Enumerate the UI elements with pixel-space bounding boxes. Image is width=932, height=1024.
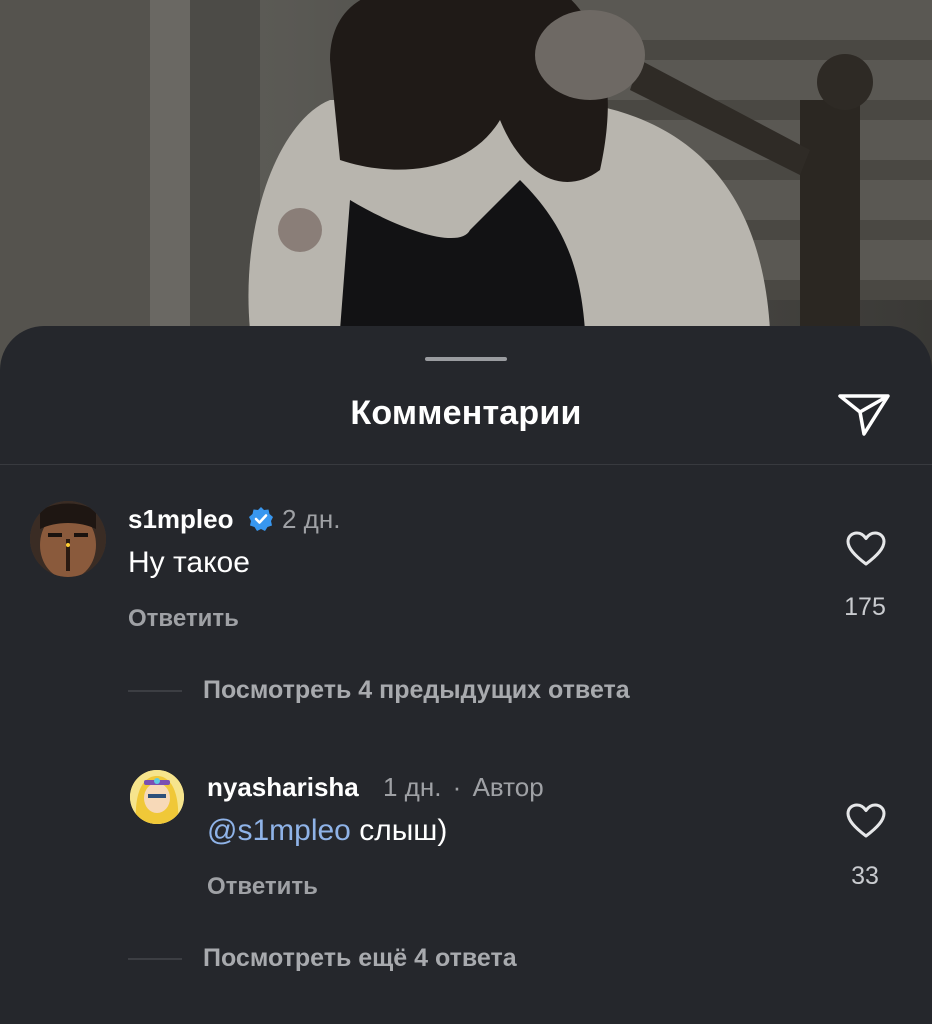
- header-divider: [0, 464, 932, 465]
- comments-sheet: Комментарии s1mpleo 2 дн. Ну такое Ответ…: [0, 326, 932, 1024]
- like-heart-icon[interactable]: [846, 531, 886, 567]
- like-heart-icon[interactable]: [846, 803, 886, 839]
- like-count: 175: [844, 593, 886, 621]
- comment-username[interactable]: s1mpleo: [128, 504, 234, 535]
- mention-link[interactable]: @s1mpleo: [207, 814, 351, 847]
- avatar[interactable]: [30, 501, 106, 577]
- sheet-drag-handle[interactable]: [425, 357, 507, 361]
- replies-thread-line: [128, 690, 182, 692]
- comment-time: 2 дн.: [282, 504, 341, 534]
- author-badge: Автор: [472, 772, 544, 802]
- sheet-title: Комментарии: [350, 394, 582, 432]
- reply-button[interactable]: Ответить: [128, 605, 239, 633]
- meta-separator: ·: [452, 772, 462, 802]
- like-count: 33: [851, 862, 879, 890]
- comment-text: Ну такое: [128, 546, 250, 579]
- view-more-replies-button[interactable]: Посмотреть ещё 4 ответа: [203, 944, 517, 973]
- reply-username[interactable]: nyasharisha: [207, 772, 359, 803]
- view-previous-replies-button[interactable]: Посмотреть 4 предыдущих ответа: [203, 676, 630, 705]
- avatar[interactable]: [130, 770, 184, 824]
- reply-button[interactable]: Ответить: [207, 873, 318, 901]
- send-icon[interactable]: [836, 390, 894, 438]
- verified-badge-icon: [248, 506, 274, 532]
- reply-text: @s1mpleo слыш): [207, 814, 447, 848]
- reply-text-body: слыш): [350, 814, 448, 847]
- reply-time: 1 дн. · Автор: [383, 772, 544, 803]
- replies-thread-line: [128, 958, 182, 960]
- reply-time-value: 1 дн.: [383, 772, 442, 802]
